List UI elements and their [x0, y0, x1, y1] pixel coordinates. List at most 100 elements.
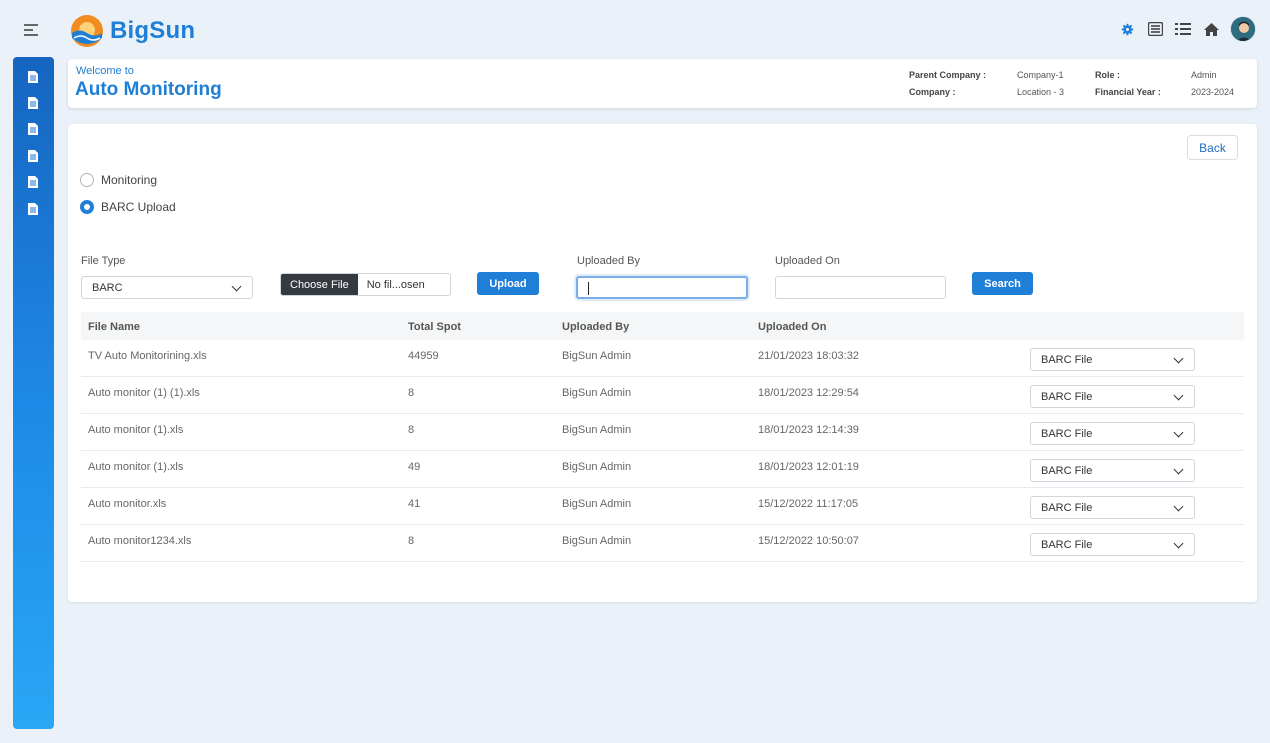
file-name-cell: Auto monitor1234.xls: [88, 535, 192, 547]
file-type-row-select[interactable]: BARC File: [1030, 496, 1195, 519]
file-input[interactable]: Choose File No fil...osen: [280, 273, 451, 296]
uploaded-on-cell: 21/01/2023 18:03:32: [758, 350, 859, 362]
search-button[interactable]: Search: [972, 272, 1033, 295]
uploaded-on-cell: 18/01/2023 12:14:39: [758, 424, 859, 436]
select-value: BARC File: [1041, 464, 1093, 477]
table-row: Auto monitor1234.xls 8 BigSun Admin 15/1…: [81, 525, 1244, 562]
welcome-text: Welcome to: [76, 65, 134, 77]
chevron-down-icon: [1173, 501, 1184, 511]
select-value: BARC File: [1041, 390, 1093, 403]
select-value: BARC File: [1041, 353, 1093, 366]
text-caret: [588, 282, 589, 295]
select-value: BARC File: [1041, 427, 1093, 440]
column-header: Uploaded On: [758, 321, 827, 333]
total-spot-cell: 8: [408, 424, 415, 436]
page-title: Auto Monitoring: [75, 79, 222, 100]
list-icon[interactable]: [1174, 20, 1192, 38]
app-name: BigSun: [110, 17, 196, 44]
chevron-down-icon: [1173, 538, 1184, 548]
file-type-row-select[interactable]: BARC File: [1030, 533, 1195, 556]
radio-button-selected[interactable]: [80, 200, 94, 214]
column-header: File Name: [88, 321, 140, 333]
document-icon[interactable]: [26, 149, 40, 163]
uploaded-on-cell: 18/01/2023 12:01:19: [758, 461, 859, 473]
file-type-row-select[interactable]: BARC File: [1030, 385, 1195, 408]
file-type-label: File Type: [81, 255, 126, 267]
table-row: Auto monitor (1) (1).xls 8 BigSun Admin …: [81, 377, 1244, 414]
document-icon[interactable]: [26, 122, 40, 136]
file-name-cell: Auto monitor (1) (1).xls: [88, 387, 200, 399]
uploaded-on-input[interactable]: [775, 276, 946, 299]
document-icon[interactable]: [26, 202, 40, 216]
uploaded-by-label: Uploaded By: [577, 255, 640, 267]
main-card: Back Monitoring BARC Upload File Type BA…: [68, 124, 1257, 602]
financial-year-value: 2023-2024: [1191, 87, 1235, 97]
financial-year-label: Financial Year :: [1095, 87, 1161, 97]
uploaded-by-cell: BigSun Admin: [562, 535, 632, 547]
sidebar: [13, 57, 54, 729]
file-type-select[interactable]: BARC: [81, 276, 253, 299]
document-icon[interactable]: [26, 175, 40, 189]
role-label: Role :: [1095, 70, 1121, 80]
file-type-row-select[interactable]: BARC File: [1030, 422, 1195, 445]
radio-label: BARC Upload: [101, 200, 176, 214]
document-icon[interactable]: [26, 70, 40, 84]
uploaded-by-cell: BigSun Admin: [562, 387, 632, 399]
table-row: TV Auto Monitorining.xls 44959 BigSun Ad…: [81, 340, 1244, 377]
radio-monitoring[interactable]: Monitoring: [80, 173, 157, 187]
chevron-down-icon: [1173, 464, 1184, 474]
list-box-icon[interactable]: [1146, 20, 1164, 38]
table-row: Auto monitor.xls 41 BigSun Admin 15/12/2…: [81, 488, 1244, 525]
radio-button[interactable]: [80, 173, 94, 187]
role-value: Admin: [1191, 70, 1217, 80]
total-spot-cell: 49: [408, 461, 421, 473]
file-type-row-select[interactable]: BARC File: [1030, 459, 1195, 482]
upload-button[interactable]: Upload: [477, 272, 539, 295]
parent-company-label: Parent Company :: [909, 70, 987, 80]
file-type-row-select[interactable]: BARC File: [1030, 348, 1195, 371]
file-name: No fil...osen: [366, 278, 425, 291]
radio-label: Monitoring: [101, 173, 158, 187]
column-header: Uploaded By: [562, 321, 630, 333]
menu-toggle-icon[interactable]: [24, 24, 38, 36]
app-logo[interactable]: BigSun: [70, 14, 195, 48]
company-value: Location - 3: [1017, 87, 1065, 97]
radio-barc-upload[interactable]: BARC Upload: [80, 200, 176, 214]
back-button[interactable]: Back: [1187, 135, 1238, 160]
select-value: BARC File: [1041, 538, 1093, 551]
file-name-cell: Auto monitor.xls: [88, 498, 167, 510]
gear-icon[interactable]: [1118, 20, 1136, 38]
uploaded-by-cell: BigSun Admin: [562, 424, 632, 436]
total-spot-cell: 41: [408, 498, 421, 510]
table-row: Auto monitor (1).xls 8 BigSun Admin 18/0…: [81, 414, 1244, 451]
uploaded-by-cell: BigSun Admin: [562, 461, 632, 473]
company-label: Company :: [909, 87, 956, 97]
chevron-down-icon: [1173, 353, 1184, 363]
home-icon[interactable]: [1202, 20, 1220, 38]
uploaded-by-cell: BigSun Admin: [562, 350, 632, 362]
total-spot-cell: 8: [408, 535, 415, 547]
uploaded-on-cell: 15/12/2022 10:50:07: [758, 535, 859, 547]
uploaded-on-label: Uploaded On: [775, 255, 840, 267]
uploaded-by-cell: BigSun Admin: [562, 498, 632, 510]
total-spot-cell: 8: [408, 387, 415, 399]
column-header: Total Spot: [408, 321, 461, 333]
table-row: Auto monitor (1).xls 49 BigSun Admin 18/…: [81, 451, 1244, 488]
file-name-cell: TV Auto Monitorining.xls: [88, 350, 207, 362]
uploaded-by-input[interactable]: [576, 276, 748, 299]
uploaded-on-cell: 15/12/2022 11:17:05: [758, 498, 859, 510]
sun-logo-icon: [71, 15, 103, 47]
avatar[interactable]: [1230, 16, 1256, 42]
file-name-cell: Auto monitor (1).xls: [88, 461, 184, 473]
choose-file-button[interactable]: Choose File: [281, 274, 358, 295]
page-header: Welcome to Auto Monitoring Parent Compan…: [68, 59, 1257, 108]
chevron-down-icon: [1173, 390, 1184, 400]
file-type-value: BARC: [92, 281, 123, 294]
file-name-cell: Auto monitor (1).xls: [88, 424, 184, 436]
chevron-down-icon: [1173, 427, 1184, 437]
top-bar: BigSun: [0, 0, 1270, 58]
uploaded-on-cell: 18/01/2023 12:29:54: [758, 387, 859, 399]
document-icon[interactable]: [26, 96, 40, 110]
table-header: File Name Total Spot Uploaded By Uploade…: [81, 312, 1244, 340]
chevron-down-icon: [231, 281, 242, 291]
